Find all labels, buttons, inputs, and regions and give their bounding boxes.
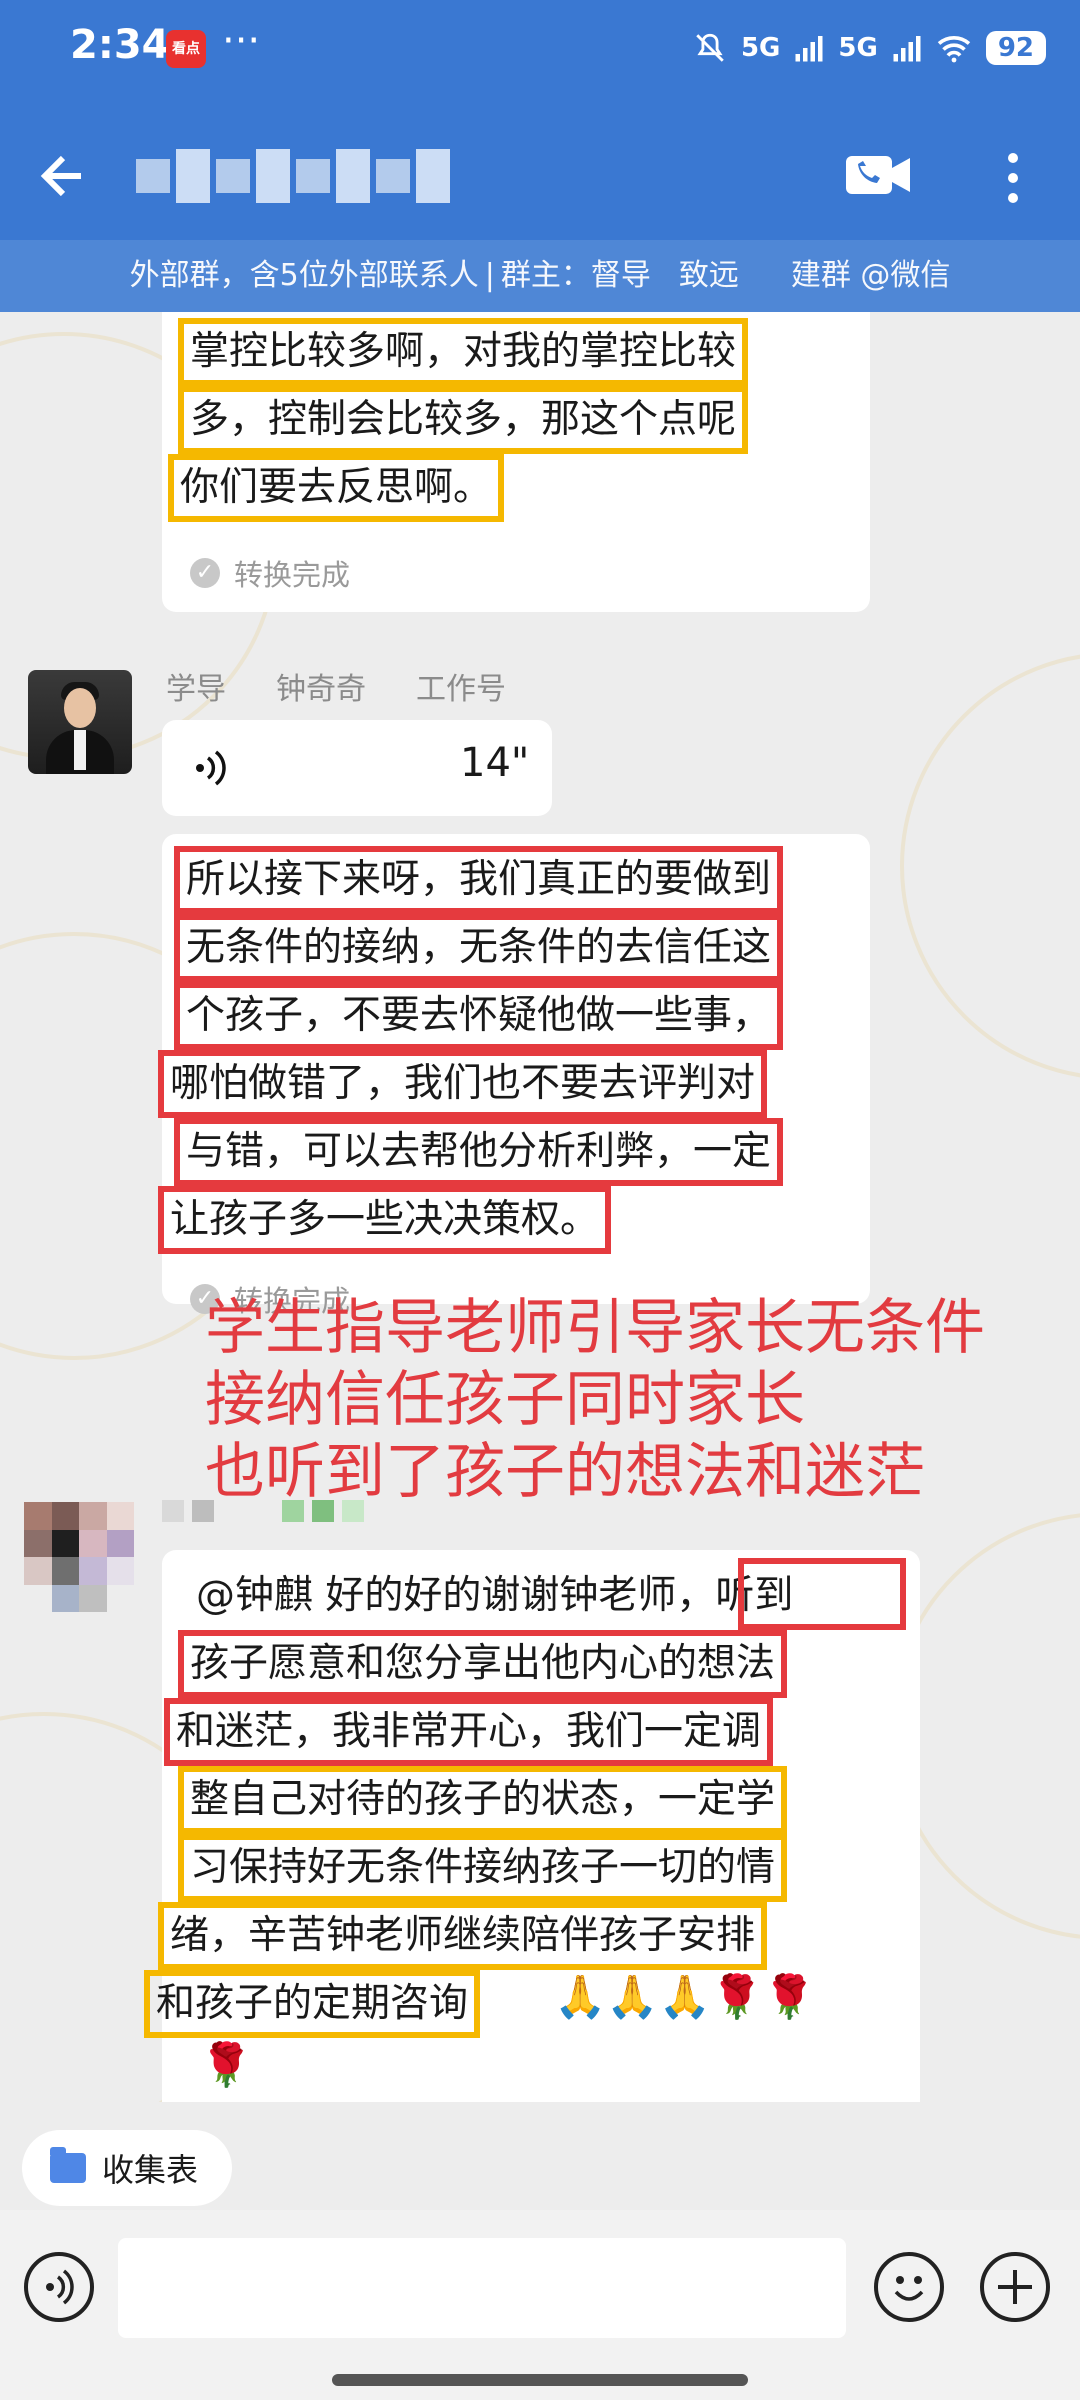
message-line: 习保持好无条件接纳孩子一切的情 [177, 1834, 788, 1902]
blurred-sender-name [162, 1500, 364, 1522]
battery-level: 92 [985, 31, 1046, 65]
message-line: 与错，可以去帮他分析利弊，一定 [173, 1118, 784, 1186]
status-time: 2:34 [70, 22, 170, 68]
message-line: @钟麒 好的好的谢谢钟老师，听到 [196, 1573, 794, 1618]
check-icon: ✓ [190, 558, 220, 588]
message-input[interactable] [118, 2238, 846, 2338]
signal-bars-icon [795, 36, 823, 62]
collection-form-chip[interactable]: 收集表 [22, 2130, 232, 2206]
chat-area[interactable]: 掌控比较多啊，对我的掌控比较 多，控制会比较多，那这个点呢 你们要去反思啊。 ✓… [0, 312, 1080, 2102]
more-options-icon[interactable] [998, 148, 1028, 208]
message-line: 绪，辛苦钟老师继续陪伴孩子安排 [157, 1902, 768, 1970]
blurred-avatar[interactable] [24, 1502, 134, 1612]
highlight-box [738, 1558, 906, 1630]
voice-wave-icon [196, 750, 226, 786]
status-indicators: 5G 5G 92 [693, 26, 1046, 70]
sender-name-line: 学导 钟奇奇 工作号 [166, 664, 506, 708]
conversion-status-text: 转换完成 [234, 558, 351, 592]
folder-icon [50, 2147, 86, 2183]
voice-input-button[interactable] [24, 2252, 94, 2322]
smiley-icon [894, 2276, 924, 2301]
conversion-status: ✓ 转换完成 [190, 552, 350, 594]
add-attachment-button[interactable] [980, 2252, 1050, 2322]
emoji-row: 🙏🙏🙏🌹🌹 [554, 1972, 816, 2021]
sender-tag: 学导 [166, 672, 226, 707]
group-info-bar[interactable]: 外部群，含5位外部联系人 | 群主：督导 致远 建群 @微信 [0, 240, 1080, 312]
group-info-text: 外部群，含5位外部联系人 [129, 258, 479, 293]
message-line: 所以接下来呀，我们真正的要做到 [173, 846, 784, 914]
input-bar [0, 2210, 1080, 2400]
emoji-rose: 🌹 [200, 2040, 253, 2089]
voice-message[interactable]: 14" [162, 720, 552, 816]
message-line: 哪怕做错了，我们也不要去评判对 [157, 1050, 768, 1118]
message-line: 掌控比较多啊，对我的掌控比较 [177, 318, 749, 386]
group-owner-name: 致远 [678, 258, 739, 293]
emoji-button[interactable] [874, 2252, 944, 2322]
signal-bars-icon [893, 36, 921, 62]
status-bar: 2:34 看点 ··· 5G 5G 92 [0, 0, 1080, 100]
watermark-logo [900, 652, 1080, 1080]
voice-duration: 14" [460, 740, 530, 786]
message-line: 让孩子多一些决决策权。 [157, 1186, 612, 1254]
mute-bell-icon [696, 33, 724, 62]
voice-input-icon [46, 2269, 74, 2305]
back-arrow-icon[interactable] [30, 146, 90, 206]
app-notification-icon: 看点 [166, 30, 206, 68]
annotation-line: 学生指导老师引导家长无条件 [205, 1293, 985, 1363]
more-notifications-icon: ··· [222, 18, 261, 64]
message-line: 个孩子，不要去怀疑他做一些事， [173, 982, 784, 1050]
message-line: 整自己对待的孩子的状态，一定学 [177, 1766, 788, 1834]
message-line: 无条件的接纳，无条件的去信任这 [173, 914, 784, 982]
message-line: 和孩子的定期咨询 [143, 1970, 481, 2038]
signal-1-label: 5G [740, 33, 781, 63]
signal-2-label: 5G [838, 33, 878, 63]
message-line: 你们要去反思啊。 [167, 454, 505, 522]
group-created-via: 建群 @微信 [790, 258, 951, 293]
message-line: 和迷茫，我非常开心，我们一定调 [163, 1698, 774, 1766]
sender-account-type: 工作号 [416, 672, 506, 707]
home-indicator[interactable] [332, 2374, 748, 2386]
blurred-group-title [136, 136, 476, 216]
group-info-divider: | [484, 258, 495, 293]
plus-icon [998, 2270, 1032, 2304]
message-line: 孩子愿意和您分享出他内心的想法 [177, 1630, 788, 1698]
annotation-line: 接纳信任孩子同时家长 [205, 1365, 805, 1435]
message-line: 多，控制会比较多，那这个点呢 [177, 386, 749, 454]
chat-header [0, 100, 1080, 240]
wifi-icon [937, 36, 971, 63]
sender-name: 钟奇奇 [276, 672, 366, 707]
form-chip-label: 收集表 [102, 2151, 199, 2189]
annotation-line: 也听到了孩子的想法和迷茫 [205, 1437, 925, 1507]
sender-avatar[interactable] [28, 670, 132, 774]
video-call-icon[interactable] [846, 152, 912, 198]
group-owner: 群主：督导 [500, 258, 651, 293]
red-annotation: 学生指导老师引导家长无条件 接纳信任孩子同时家长 也听到了孩子的想法和迷茫 [205, 1292, 985, 1508]
